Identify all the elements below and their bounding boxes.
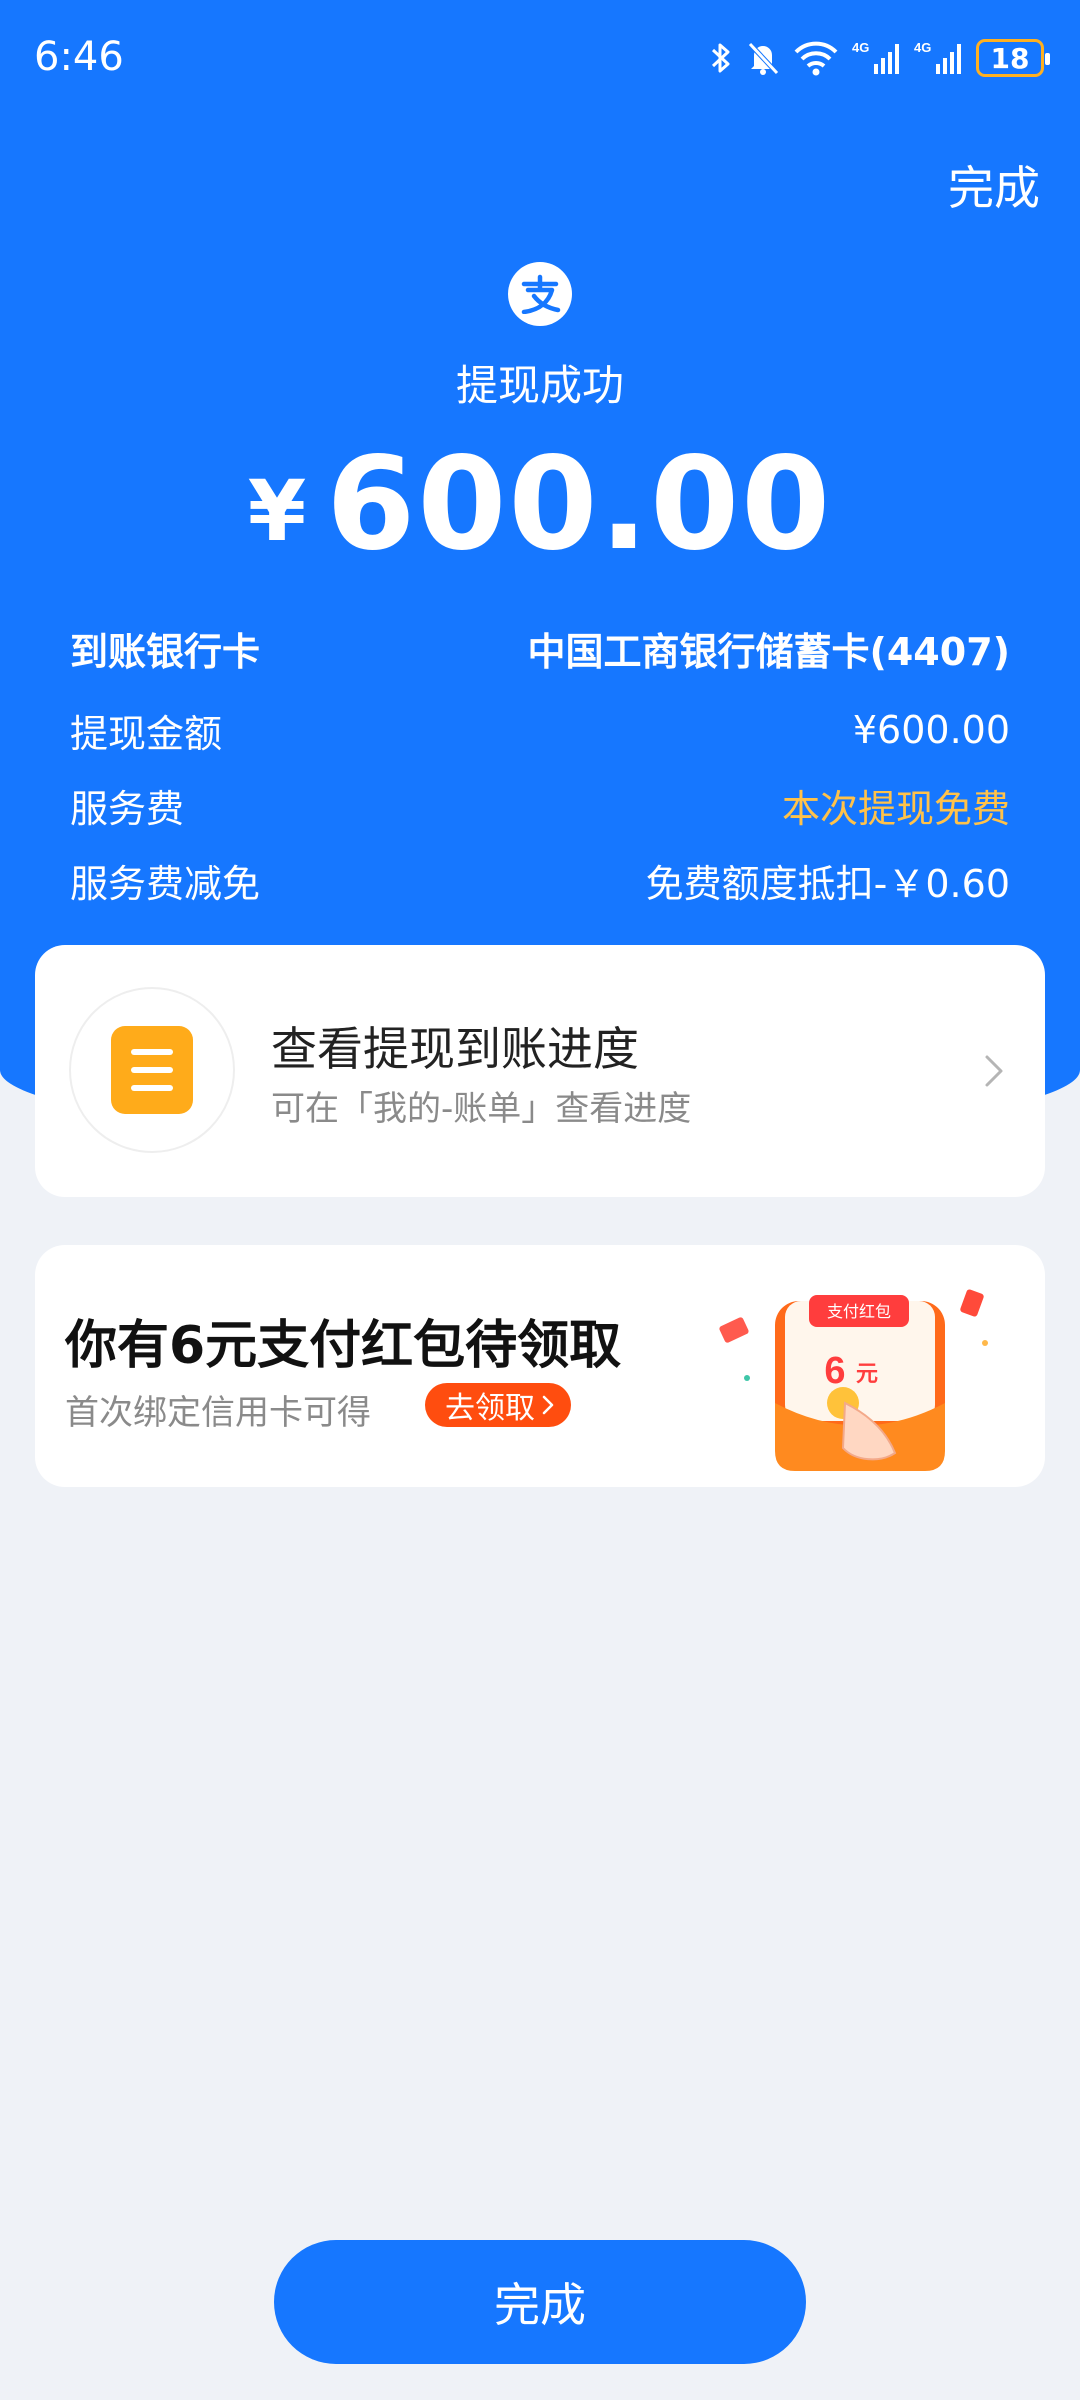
progress-card[interactable]: 查看提现到账进度 可在「我的-账单」查看进度 bbox=[35, 945, 1045, 1197]
detail-label: 服务费减免 bbox=[70, 861, 261, 906]
red-packet-amount: 6 bbox=[824, 1350, 845, 1392]
detail-label: 服务费 bbox=[70, 786, 185, 831]
chevron-right-icon bbox=[985, 1055, 1003, 1087]
network-label: 4G bbox=[914, 40, 931, 55]
detail-row-bank-card: 到账银行卡 中国工商银行储蓄卡(4407) bbox=[70, 618, 1010, 678]
alipay-logo-icon bbox=[508, 262, 572, 326]
progress-card-title: 查看提现到账进度 bbox=[271, 1022, 639, 1076]
detail-value: 本次提现免费 bbox=[781, 786, 1010, 831]
detail-row-amount: 提现金额 ¥600.00 bbox=[70, 700, 1010, 760]
promo-subtitle: 首次绑定信用卡可得 bbox=[65, 1393, 371, 1433]
battery-level: 18 bbox=[990, 41, 1030, 75]
claim-button[interactable]: 去领取 bbox=[425, 1383, 571, 1427]
promo-title: 你有6元支付红包待领取 bbox=[65, 1316, 622, 1376]
detail-label: 到账银行卡 bbox=[70, 629, 261, 674]
red-packet-illustration: 支付红包 6 元 bbox=[719, 1289, 988, 1471]
wifi-icon bbox=[794, 40, 838, 76]
currency-symbol: ¥ bbox=[247, 462, 307, 560]
detail-row-fee-waiver: 服务费减免 免费额度抵扣-￥0.60 bbox=[70, 850, 1010, 910]
detail-value: 中国工商银行储蓄卡(4407) bbox=[527, 629, 1011, 674]
detail-value: ¥600.00 bbox=[852, 708, 1010, 752]
battery-icon: 18 bbox=[976, 39, 1050, 77]
signal-icon: 4G bbox=[852, 40, 900, 76]
network-label: 4G bbox=[852, 40, 869, 55]
mute-icon bbox=[746, 40, 780, 76]
amount-value: 600.00 bbox=[326, 430, 833, 579]
bluetooth-icon bbox=[710, 40, 732, 76]
status-time: 6:46 bbox=[34, 34, 124, 80]
detail-row-service-fee: 服务费 本次提现免费 bbox=[70, 775, 1010, 835]
done-link[interactable]: 完成 bbox=[948, 152, 1040, 218]
red-packet-tag: 支付红包 bbox=[827, 1303, 891, 1321]
withdraw-amount: ¥600.00 bbox=[0, 430, 1080, 579]
signal-icon: 4G bbox=[914, 40, 962, 76]
claim-button-label: 去领取 bbox=[445, 1391, 535, 1426]
status-bar: 6:46 4G 4G 18 bbox=[0, 0, 1080, 116]
promo-card[interactable]: 你有6元支付红包待领取 首次绑定信用卡可得 去领取 支付红包 6 元 bbox=[35, 1245, 1045, 1487]
red-packet-unit: 元 bbox=[856, 1361, 878, 1386]
done-button[interactable]: 完成 bbox=[274, 2240, 806, 2364]
detail-value: 免费额度抵扣-￥0.60 bbox=[645, 861, 1010, 906]
progress-card-subtitle: 可在「我的-账单」查看进度 bbox=[271, 1089, 692, 1129]
chevron-right-icon bbox=[542, 1395, 554, 1415]
status-icons: 4G 4G 18 bbox=[710, 36, 1050, 80]
page-title: 提现成功 bbox=[455, 361, 624, 410]
list-doc-icon bbox=[69, 987, 235, 1153]
detail-label: 提现金额 bbox=[70, 711, 223, 756]
